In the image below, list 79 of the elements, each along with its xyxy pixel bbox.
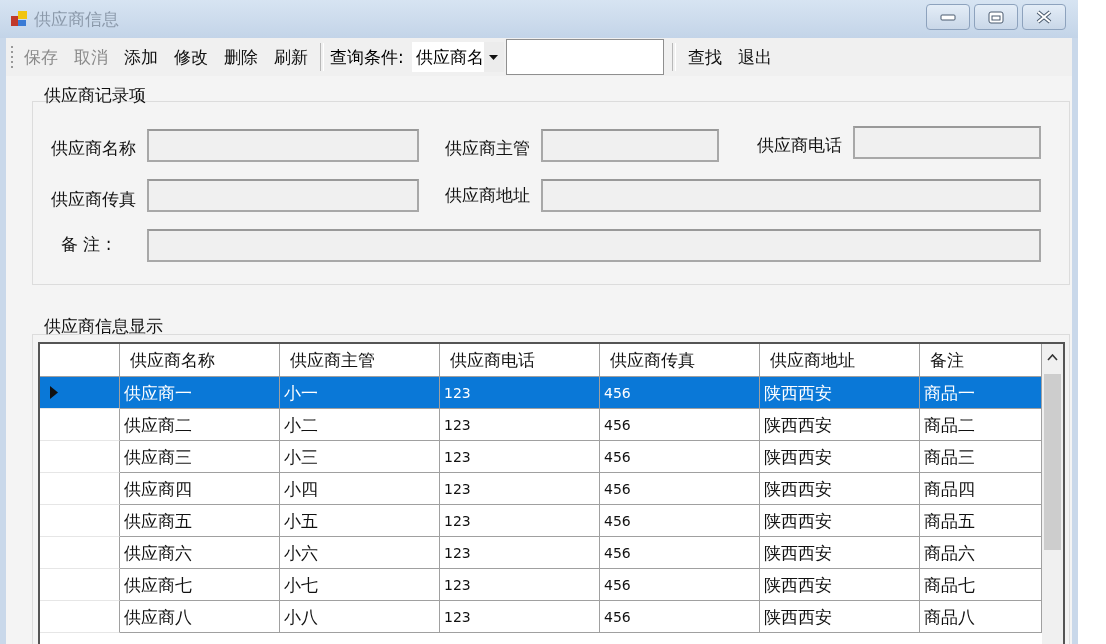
close-icon xyxy=(1036,10,1052,24)
table-cell: 123 xyxy=(440,441,600,473)
table-cell: 陕西西安 xyxy=(760,441,920,473)
table-cell: 小五 xyxy=(280,505,440,537)
toolbar-button[interactable]: 修改 xyxy=(168,43,214,71)
table-cell: 456 xyxy=(600,505,760,537)
table-cell: 供应商三 xyxy=(120,441,280,473)
group-title: 供应商信息显示 xyxy=(44,315,163,338)
toolbar-button[interactable]: 退出 xyxy=(731,43,778,71)
table-cell: 陕西西安 xyxy=(760,569,920,601)
table-cell: 456 xyxy=(600,473,760,505)
group-title: 供应商记录项 xyxy=(44,84,146,107)
table-cell: 陕西西安 xyxy=(760,537,920,569)
table-cell: 供应商二 xyxy=(120,409,280,441)
table-cell: 陕西西安 xyxy=(760,505,920,537)
dropdown-arrow-icon xyxy=(489,54,499,60)
close-button[interactable] xyxy=(1022,4,1066,30)
table-cell: 小六 xyxy=(280,537,440,569)
table-cell: 陕西西安 xyxy=(760,377,920,409)
table-cell: 456 xyxy=(600,569,760,601)
table-cell: 456 xyxy=(600,537,760,569)
minimize-icon xyxy=(940,13,956,21)
minimize-button[interactable] xyxy=(926,4,970,30)
row-pointer-icon xyxy=(50,386,58,399)
maximize-button[interactable] xyxy=(974,4,1018,30)
table-cell: 供应商七 xyxy=(120,569,280,601)
input-field[interactable] xyxy=(541,128,719,162)
toolbar-button[interactable]: 查找 xyxy=(681,43,728,71)
table-cell: 123 xyxy=(440,377,600,409)
table-cell: 供应商一 xyxy=(120,377,280,409)
input-field[interactable] xyxy=(147,178,419,212)
app-icon xyxy=(10,10,28,28)
table-cell: 123 xyxy=(440,569,600,601)
table-cell: 陕西西安 xyxy=(760,601,920,633)
table-cell: 陕西西安 xyxy=(760,409,920,441)
table-cell: 供应商四 xyxy=(120,473,280,505)
table-cell: 供应商六 xyxy=(120,537,280,569)
table-cell: 123 xyxy=(440,601,600,633)
table-cell: 456 xyxy=(600,377,760,409)
table-cell: 123 xyxy=(440,409,600,441)
table-cell: 供应商八 xyxy=(120,601,280,633)
table-cell: 小八 xyxy=(280,601,440,633)
toolbar-button[interactable]: 删除 xyxy=(218,43,264,71)
table-cell: 123 xyxy=(440,505,600,537)
field-label: 供应商名称 xyxy=(51,136,137,160)
table-cell: 456 xyxy=(600,441,760,473)
table-cell: 小三 xyxy=(280,441,440,473)
scroll-up-icon[interactable] xyxy=(1047,353,1058,361)
query-label: 查询条件: xyxy=(330,45,404,69)
search-field[interactable] xyxy=(505,39,664,75)
query-dropdown[interactable]: 供应商名 xyxy=(411,42,504,72)
field-label: 备 注 : xyxy=(60,232,113,256)
table-cell: 123 xyxy=(440,537,600,569)
table-cell: 供应商五 xyxy=(120,505,280,537)
field-label: 供应商地址 xyxy=(445,183,531,207)
table-cell: 陕西西安 xyxy=(760,473,920,505)
scrollbar[interactable] xyxy=(1042,344,1063,644)
toolbar-grip-icon xyxy=(10,44,16,70)
table-cell: 商品一 xyxy=(920,377,1042,409)
table-cell: 456 xyxy=(600,601,760,633)
window-title: 供应商信息 xyxy=(34,7,120,31)
table-cell: 小一 xyxy=(280,377,440,409)
table-cell: 小七 xyxy=(280,569,440,601)
field-label: 供应商传真 xyxy=(51,187,137,211)
toolbar-button[interactable]: 刷新 xyxy=(268,43,314,71)
input-field[interactable] xyxy=(147,228,1041,262)
toolbar-button[interactable]: 添加 xyxy=(118,43,164,71)
scrollbar-thumb[interactable] xyxy=(1044,374,1061,550)
table-cell: 小二 xyxy=(280,409,440,441)
table-cell: 456 xyxy=(600,409,760,441)
table-cell: 123 xyxy=(440,473,600,505)
field-label: 供应商主管 xyxy=(445,136,531,160)
input-field[interactable] xyxy=(147,128,419,162)
input-field[interactable] xyxy=(853,125,1041,159)
row-header[interactable] xyxy=(40,377,120,409)
table-cell: 小四 xyxy=(280,473,440,505)
field-label: 供应商电话 xyxy=(757,133,843,157)
maximize-icon xyxy=(988,10,1004,24)
input-field[interactable] xyxy=(541,178,1041,212)
